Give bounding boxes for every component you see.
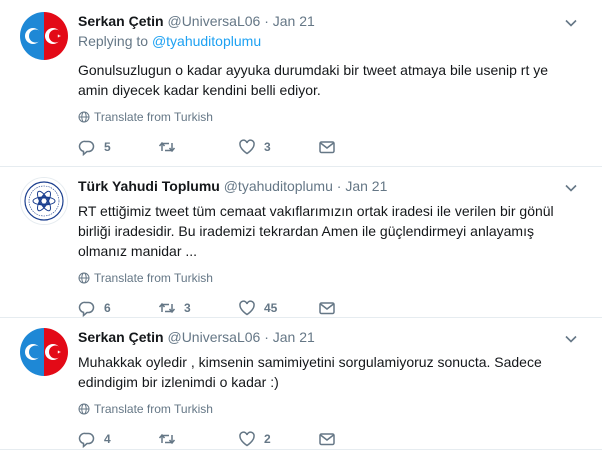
reply-count: 4 (104, 432, 111, 446)
user-handle[interactable]: @tyahuditoplumu (224, 178, 333, 194)
avatar[interactable] (20, 12, 68, 60)
translate-link[interactable]: Translate from Turkish (78, 402, 582, 416)
like-count: 45 (264, 301, 278, 315)
globe-icon (78, 403, 90, 415)
reply-button[interactable]: 5 (78, 138, 158, 156)
like-count: 3 (264, 140, 271, 154)
reply-icon (78, 301, 95, 317)
reply-button[interactable]: 4 (78, 430, 158, 448)
avatar[interactable] (20, 177, 68, 225)
tweet-text: Muhakkak oyledir , kimsenin samimiyetini… (78, 354, 542, 390)
tweet-actions: 4 2 (78, 430, 582, 448)
separator: · (264, 329, 269, 345)
retweet-button[interactable]: 3 (158, 299, 238, 317)
like-button[interactable]: 45 (238, 299, 318, 317)
reply-button[interactable]: 6 (78, 299, 158, 317)
reply-count: 6 (104, 301, 111, 315)
tweet[interactable]: Serkan Çetin @UniversaL06 · Jan 21 Reply… (0, 0, 602, 167)
caret-down-icon[interactable] (564, 181, 578, 195)
dm-icon (319, 141, 335, 154)
translate-link[interactable]: Translate from Turkish (78, 110, 582, 124)
tweet[interactable]: Türk Yahudi Toplumu @tyahuditoplumu · Ja… (0, 167, 602, 318)
retweet-button[interactable] (158, 430, 238, 448)
dm-button[interactable] (318, 299, 398, 317)
reply-count: 5 (104, 140, 111, 154)
avatar-flag (20, 328, 68, 376)
retweet-icon (158, 302, 176, 314)
translate-label[interactable]: Translate from Turkish (94, 110, 213, 124)
dm-button[interactable] (318, 138, 398, 156)
reply-icon (78, 140, 95, 156)
like-button[interactable]: 3 (238, 138, 318, 156)
replying-to: Replying to @tyahuditoplumu (78, 32, 582, 50)
reply-icon (78, 432, 95, 448)
like-icon (239, 431, 255, 447)
translate-label[interactable]: Translate from Turkish (94, 402, 213, 416)
tweet-timestamp[interactable]: Jan 21 (345, 178, 387, 194)
translate-label[interactable]: Translate from Turkish (94, 271, 213, 285)
caret-down-icon[interactable] (564, 332, 578, 346)
caret-down-icon[interactable] (564, 16, 578, 30)
like-icon (239, 139, 255, 155)
tweet-header: Türk Yahudi Toplumu @tyahuditoplumu · Ja… (78, 177, 582, 195)
user-fullname[interactable]: Türk Yahudi Toplumu (78, 178, 220, 194)
dm-icon (319, 433, 335, 446)
tweet-header: Serkan Çetin @UniversaL06 · Jan 21 (78, 12, 582, 30)
replying-label: Replying to (78, 33, 149, 49)
tweet-actions: 5 3 (78, 138, 582, 156)
separator: · (264, 13, 269, 29)
tweet[interactable]: Serkan Çetin @UniversaL06 · Jan 21 Muhak… (0, 318, 602, 450)
separator: · (336, 178, 342, 194)
translate-link[interactable]: Translate from Turkish (78, 271, 582, 285)
tweet-timestamp[interactable]: Jan 21 (273, 13, 315, 29)
avatar-logo (21, 178, 67, 224)
user-handle[interactable]: @UniversaL06 (167, 329, 260, 345)
user-fullname[interactable]: Serkan Çetin (78, 329, 164, 345)
tweet-text: Gonulsuzlugun o kadar ayyuka durumdaki b… (78, 62, 549, 98)
tweet-header: Serkan Çetin @UniversaL06 · Jan 21 (78, 328, 582, 346)
replying-to-link[interactable]: @tyahuditoplumu (152, 33, 261, 49)
avatar[interactable] (20, 328, 68, 376)
retweet-icon (158, 141, 176, 153)
user-fullname[interactable]: Serkan Çetin (78, 13, 164, 29)
like-button[interactable]: 2 (238, 430, 318, 448)
user-handle[interactable]: @UniversaL06 (167, 13, 260, 29)
avatar-flag (20, 12, 68, 60)
tweet-timestamp[interactable]: Jan 21 (273, 329, 315, 345)
retweet-button[interactable] (158, 138, 238, 156)
globe-icon (78, 272, 90, 284)
like-count: 2 (264, 432, 271, 446)
retweet-count: 3 (184, 301, 191, 315)
tweet-text: RT ettiğimiz tweet tüm cemaat vakıflarım… (78, 203, 554, 259)
globe-icon (78, 111, 90, 123)
dm-button[interactable] (318, 430, 398, 448)
retweet-icon (158, 433, 176, 445)
tweet-actions: 6 3 45 (78, 299, 582, 317)
dm-icon (319, 302, 335, 315)
like-icon (239, 300, 255, 316)
